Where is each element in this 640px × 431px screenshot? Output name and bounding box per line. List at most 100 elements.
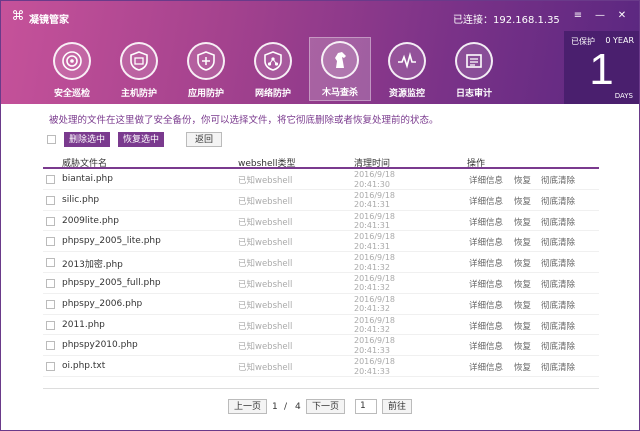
shield-icon — [120, 42, 158, 80]
delete-permanently-link[interactable]: 彻底清除 — [541, 195, 575, 207]
delete-permanently-link[interactable]: 彻底清除 — [541, 278, 575, 290]
details-link[interactable]: 详细信息 — [469, 257, 503, 269]
webshell-type: 已知webshell — [238, 238, 293, 249]
delete-permanently-link[interactable]: 彻底清除 — [541, 320, 575, 332]
table-row: biantai.php 已知webshell 2016/9/18 20:41:30 详细… — [43, 169, 599, 190]
details-link[interactable]: 详细信息 — [469, 278, 503, 290]
delete-permanently-link[interactable]: 彻底清除 — [541, 174, 575, 186]
delete-permanently-link[interactable]: 彻底清除 — [541, 340, 575, 352]
restore-link[interactable]: 恢复 — [514, 320, 531, 332]
delete-selected-button[interactable]: 删除选中 — [64, 132, 111, 147]
clean-clock: 20:41:32 — [354, 283, 390, 293]
row-checkbox[interactable] — [46, 237, 55, 247]
table-row: phpspy2010.php 已知webshell 2016/9/18 20:41:3… — [43, 335, 599, 357]
go-page-button[interactable]: 前往 — [382, 399, 413, 414]
clean-date: 2016/9/18 — [354, 232, 396, 242]
details-link[interactable]: 详细信息 — [469, 174, 503, 186]
row-checkbox[interactable] — [46, 258, 55, 268]
page-number-input[interactable]: 1 — [355, 399, 377, 414]
restore-link[interactable]: 恢复 — [514, 299, 531, 311]
details-link[interactable]: 详细信息 — [469, 320, 503, 332]
delete-permanently-link[interactable]: 彻底清除 — [541, 299, 575, 311]
pagination: 上一页 1 / 4 下一页 1 前往 — [228, 399, 418, 415]
details-link[interactable]: 详细信息 — [469, 299, 503, 311]
details-link[interactable]: 详细信息 — [469, 236, 503, 248]
webshell-type: 已知webshell — [238, 279, 293, 290]
clean-date: 2016/9/18 — [354, 211, 396, 221]
restore-link[interactable]: 恢复 — [514, 195, 531, 207]
app-window: ⌘ 凝镜管家 已连接：192.168.1.35 ≡ — ✕ 安全巡检 主机防护 — [0, 0, 640, 431]
nav-item-trojan-scan[interactable]: 木马查杀 — [309, 37, 371, 101]
clean-time: 2016/9/18 20:41:31 — [354, 191, 395, 210]
delete-permanently-link[interactable]: 彻底清除 — [541, 257, 575, 269]
restore-link[interactable]: 恢复 — [514, 278, 531, 290]
row-checkbox[interactable] — [46, 175, 55, 184]
nav-label: 安全巡检 — [53, 89, 90, 99]
select-all-checkbox[interactable] — [47, 135, 56, 144]
clean-time: 2016/9/18 20:41:31 — [354, 212, 395, 231]
table-header: 威胁文件名 webshell类型 清理时间 操作 — [43, 153, 599, 169]
row-checkbox[interactable] — [46, 216, 55, 226]
file-name: biantai.php — [62, 174, 113, 184]
nav-item-security-inspection[interactable]: 安全巡检 — [41, 39, 103, 101]
title-bar: ⌘ 凝镜管家 已连接：192.168.1.35 ≡ — ✕ — [1, 1, 639, 31]
webshell-type: 已知webshell — [238, 300, 293, 311]
menu-icon[interactable]: ≡ — [571, 10, 585, 22]
nav-item-resource-monitor[interactable]: 资源监控 — [376, 39, 438, 101]
restore-selected-button[interactable]: 恢复选中 — [118, 132, 165, 147]
next-page-button[interactable]: 下一页 — [306, 399, 346, 414]
row-checkbox[interactable] — [46, 195, 55, 205]
clean-date: 2016/9/18 — [354, 190, 396, 200]
restore-link[interactable]: 恢复 — [514, 361, 531, 373]
clean-time: 2016/9/18 20:41:33 — [354, 357, 395, 376]
clean-time: 2016/9/18 20:41:30 — [354, 170, 395, 189]
restore-link[interactable]: 恢复 — [514, 174, 531, 186]
monitor-icon — [388, 42, 426, 80]
details-link[interactable]: 详细信息 — [469, 195, 503, 207]
main-nav: 安全巡检 主机防护 应用防护 网络防护 木马查杀 资源监控 日志审计 — [41, 37, 551, 101]
delete-permanently-link[interactable]: 彻底清除 — [541, 236, 575, 248]
row-checkbox[interactable] — [46, 299, 55, 309]
nav-item-network-protection[interactable]: 网络防护 — [242, 39, 304, 101]
row-checkbox[interactable] — [46, 362, 55, 372]
file-name: 2011.php — [62, 319, 105, 330]
clean-clock: 20:41:32 — [354, 304, 390, 314]
network-icon — [254, 42, 292, 80]
protected-days-number: 1 — [589, 45, 614, 94]
nav-item-host-protection[interactable]: 主机防护 — [108, 39, 170, 101]
webshell-type: 已知webshell — [238, 342, 293, 353]
back-button[interactable]: 返回 — [186, 132, 223, 147]
nav-item-app-protection[interactable]: 应用防护 — [175, 39, 237, 101]
close-icon[interactable]: ✕ — [615, 10, 629, 22]
table-row: oi.php.txt 已知webshell 2016/9/18 20:41:33 详细信… — [43, 356, 599, 377]
restore-link[interactable]: 恢复 — [514, 216, 531, 228]
details-link[interactable]: 详细信息 — [469, 216, 503, 228]
nav-label: 应用防护 — [187, 89, 224, 99]
file-name: silic.php — [62, 194, 100, 205]
details-link[interactable]: 详细信息 — [469, 340, 503, 352]
minimize-icon[interactable]: — — [593, 10, 607, 22]
app-logo-icon: ⌘ — [11, 9, 25, 24]
row-checkbox[interactable] — [46, 341, 55, 351]
restore-link[interactable]: 恢复 — [514, 257, 531, 269]
quarantine-table: 威胁文件名 webshell类型 清理时间 操作 biantai.php 已知we… — [43, 153, 599, 377]
nav-label: 网络防护 — [254, 89, 291, 99]
nav-label: 主机防护 — [120, 89, 157, 99]
table-body: biantai.php 已知webshell 2016/9/18 20:41:30 详细… — [43, 169, 599, 377]
prev-page-button[interactable]: 上一页 — [228, 399, 268, 414]
clean-date: 2016/9/18 — [354, 294, 396, 304]
delete-permanently-link[interactable]: 彻底清除 — [541, 361, 575, 373]
protection-days-panel: 已保护 0 YEAR 1 DAYS — [564, 31, 639, 104]
row-checkbox[interactable] — [46, 320, 55, 330]
table-row: phpspy_2005_full.php 已知webshell 2016/9/18 2… — [43, 273, 599, 294]
table-row: phpspy_2005_lite.php 已知webshell 2016/9/18 2… — [43, 231, 599, 253]
restore-link[interactable]: 恢复 — [514, 340, 531, 352]
clean-date: 2016/9/18 — [354, 170, 396, 179]
file-name: phpspy_2005_full.php — [62, 277, 161, 288]
row-checkbox[interactable] — [46, 278, 55, 288]
delete-permanently-link[interactable]: 彻底清除 — [541, 216, 575, 228]
nav-item-log-audit[interactable]: 日志审计 — [443, 39, 505, 101]
backup-notice: 被处理的文件在这里做了安全备份，你可以选择文件，将它彻底删除或者恢复处理前的状态… — [49, 115, 439, 126]
restore-link[interactable]: 恢复 — [514, 236, 531, 248]
details-link[interactable]: 详细信息 — [469, 361, 503, 373]
